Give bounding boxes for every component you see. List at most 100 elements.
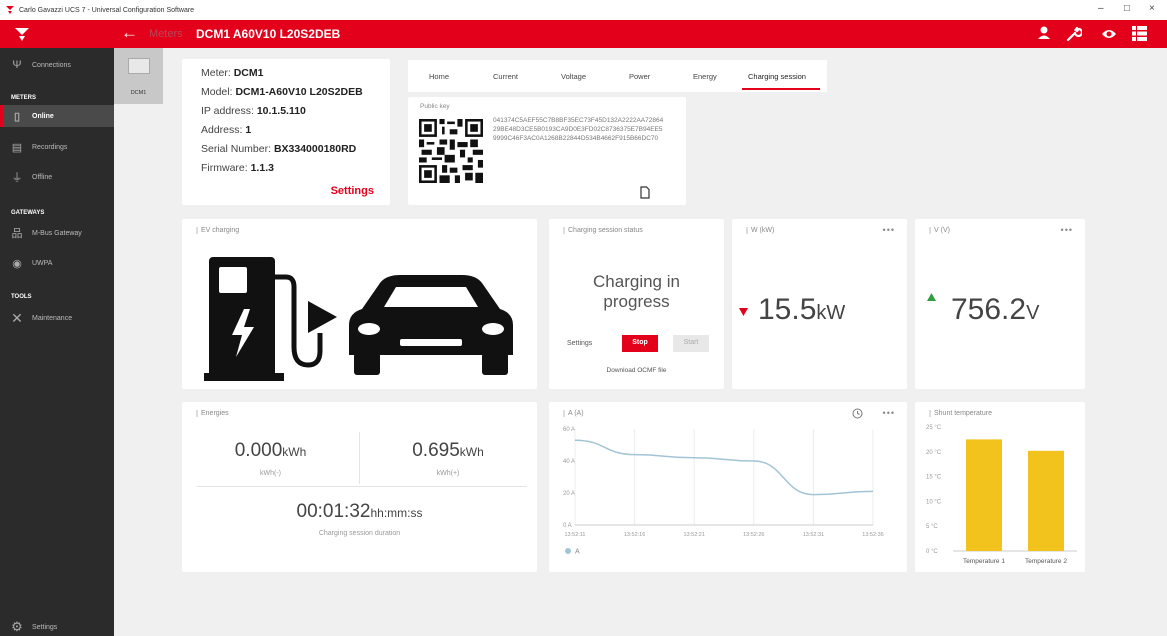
meter-icon: ▯ xyxy=(13,110,21,123)
user-icon[interactable] xyxy=(1037,25,1051,43)
legend-marker xyxy=(565,548,571,554)
energy-positive-value: 0.695kWh xyxy=(412,440,484,461)
tab-home[interactable]: Home xyxy=(429,72,449,81)
session-settings-label: Settings xyxy=(567,340,593,347)
tab-charging-session[interactable]: Charging session xyxy=(748,72,806,81)
charging-session-status-title: Charging session status xyxy=(563,227,643,234)
trend-up-icon xyxy=(927,293,936,301)
tab-energy[interactable]: Energy xyxy=(693,72,717,81)
meter-list-label: DCM1 xyxy=(130,90,147,96)
sidebar-item-connections[interactable]: Ψ Connections xyxy=(0,54,114,76)
sidebar-item-label: Recordings xyxy=(32,143,68,151)
public-key-value: 041374C5AEF55C7B8BF35EC73F45D132A2222AA7… xyxy=(493,117,664,142)
meter-firmware: Firmware: 1.1.3 xyxy=(201,162,274,174)
meter-device-icon xyxy=(128,58,150,74)
tools-icon: ✕ xyxy=(11,309,23,326)
shunt-temperature-card: Shunt temperature 0 °C 5 °C 10 °C 15 °C 20 °… xyxy=(915,402,1085,572)
meter-ip: IP address: 10.1.5.110 xyxy=(201,105,306,117)
energy-negative-label: kWh(-) xyxy=(260,470,281,477)
stop-button[interactable]: Stop xyxy=(622,335,658,352)
sidebar-item-maintenance[interactable]: ✕ Maintenance xyxy=(0,307,114,329)
power-card: W (kW) ••• 15.5kW xyxy=(732,219,907,389)
wrench-icon[interactable] xyxy=(1066,26,1082,42)
breadcrumb-meters[interactable]: Meters xyxy=(149,28,183,40)
back-arrow-icon[interactable]: ← xyxy=(121,23,138,43)
energy-negative-value: 0.000kWh xyxy=(234,440,307,461)
section-meters: METERS xyxy=(11,95,37,101)
close-button[interactable]: × xyxy=(1149,3,1155,14)
meter-address: Address: 1 xyxy=(201,124,252,136)
temperature-bar xyxy=(966,439,1002,551)
sidebar-item-label: Online xyxy=(32,112,54,120)
current-series-line xyxy=(574,439,874,496)
meter-model: Model: DCM1-A60V10 L20S2DEB xyxy=(201,86,363,98)
meter-info-card: Meter: DCM1 Model: DCM1-A60V10 L20S2DEB … xyxy=(182,59,390,205)
legend-label: A xyxy=(575,549,580,556)
eye-icon[interactable] xyxy=(1101,28,1117,40)
app-header: ← Meters DCM1 A60V10 L20S2DEB xyxy=(0,20,1167,48)
session-duration-value: 00:01:32hh:mm:ss xyxy=(296,501,423,522)
sidebar-item-settings[interactable]: ⚙ Settings xyxy=(0,616,114,636)
sidebar-item-label: Connections xyxy=(32,61,71,69)
y-tick-label: 60 A xyxy=(563,427,575,433)
qr-code-icon xyxy=(419,119,483,183)
x-tick-label: 13:52:16 xyxy=(624,532,645,538)
tab-voltage[interactable]: Voltage xyxy=(561,72,586,81)
app-logo-icon xyxy=(6,6,14,14)
window-title: Carlo Gavazzi UCS 7 - Universal Configur… xyxy=(19,6,195,14)
power-title: W (kW) xyxy=(746,227,774,234)
temperature-bar xyxy=(1028,450,1064,551)
x-tick-label: 13:52:36 xyxy=(862,532,883,538)
maximize-button[interactable]: □ xyxy=(1124,3,1130,14)
ev-charging-card: EV charging xyxy=(182,219,537,389)
voltage-card: V (V) ••• 756.2V xyxy=(915,219,1085,389)
tab-current[interactable]: Current xyxy=(493,72,518,81)
more-options-icon[interactable]: ••• xyxy=(883,225,895,235)
sidebar-item-label: UWPA xyxy=(32,259,53,267)
sidebar-item-online[interactable]: ▯ Online xyxy=(0,105,114,127)
x-tick-label: 13:52:21 xyxy=(683,532,704,538)
settings-link[interactable]: Settings xyxy=(331,185,374,197)
minimize-button[interactable]: – xyxy=(1098,3,1104,14)
meter-list-item[interactable]: DCM1 xyxy=(114,48,163,104)
y-tick-label: 20 A xyxy=(563,491,575,497)
charging-status-line1: Charging in xyxy=(593,272,680,291)
y-tick-label: 10 °C xyxy=(926,499,942,505)
y-tick-label: 0 °C xyxy=(926,549,938,555)
current-line-chart: 0 A 20 A 40 A 60 A 13:52:11 13:52:16 13:52:21 1… xyxy=(563,427,884,556)
copy-icon[interactable] xyxy=(640,186,650,199)
sidebar-item-mbus-gateway[interactable]: 品 M-Bus Gateway xyxy=(0,222,114,244)
sidebar-item-recordings[interactable]: ▤ Recordings xyxy=(0,136,114,158)
more-options-icon[interactable]: ••• xyxy=(1061,225,1073,235)
wireless-icon: ◉ xyxy=(12,257,22,270)
sidebar-item-uwp[interactable]: ◉ UWPA xyxy=(0,252,114,274)
public-key-card: Public key 041374C5AEF55C7B8BF35EC73F45D… xyxy=(408,97,686,205)
voltage-unit: V xyxy=(1026,302,1040,324)
energy-positive-label: kWh(+) xyxy=(436,470,460,477)
charging-session-status-card: Charging session status Charging in prog… xyxy=(549,219,724,389)
sidebar-item-offline[interactable]: ⏚ Offline xyxy=(0,166,114,188)
power-unit: kW xyxy=(816,302,846,324)
meter-name: Meter: DCM1 xyxy=(201,67,264,79)
y-tick-label: 20 °C xyxy=(926,450,942,456)
y-tick-label: 15 °C xyxy=(926,475,942,481)
energies-title: Energies xyxy=(196,410,229,417)
brand-logo-icon xyxy=(15,28,29,41)
sidebar-item-label: M-Bus Gateway xyxy=(32,229,82,237)
menu-icon[interactable] xyxy=(1132,26,1147,41)
section-gateways: GATEWAYS xyxy=(11,210,45,216)
voltage-title: V (V) xyxy=(929,227,950,234)
current-chart-card: A (A) ••• 0 A 20 A 40 A 60 A 13:52:11 13:52:1… xyxy=(549,402,907,572)
charging-status-line2: progress xyxy=(603,292,670,311)
plug-icon: ⏚ xyxy=(11,172,23,184)
section-tools: TOOLS xyxy=(11,294,32,300)
start-button[interactable]: Start xyxy=(673,335,709,352)
download-ocmf-link[interactable]: Download OCMF file xyxy=(549,367,724,374)
tab-power[interactable]: Power xyxy=(629,72,650,81)
y-tick-label: 5 °C xyxy=(926,524,938,530)
x-tick-label: Temperature 1 xyxy=(963,558,1005,565)
window-title-bar: Carlo Gavazzi UCS 7 - Universal Configur… xyxy=(0,0,1167,20)
sidebar-item-label: Settings xyxy=(32,623,58,631)
trend-down-icon xyxy=(739,308,748,316)
x-tick-label: Temperature 2 xyxy=(1025,558,1067,565)
